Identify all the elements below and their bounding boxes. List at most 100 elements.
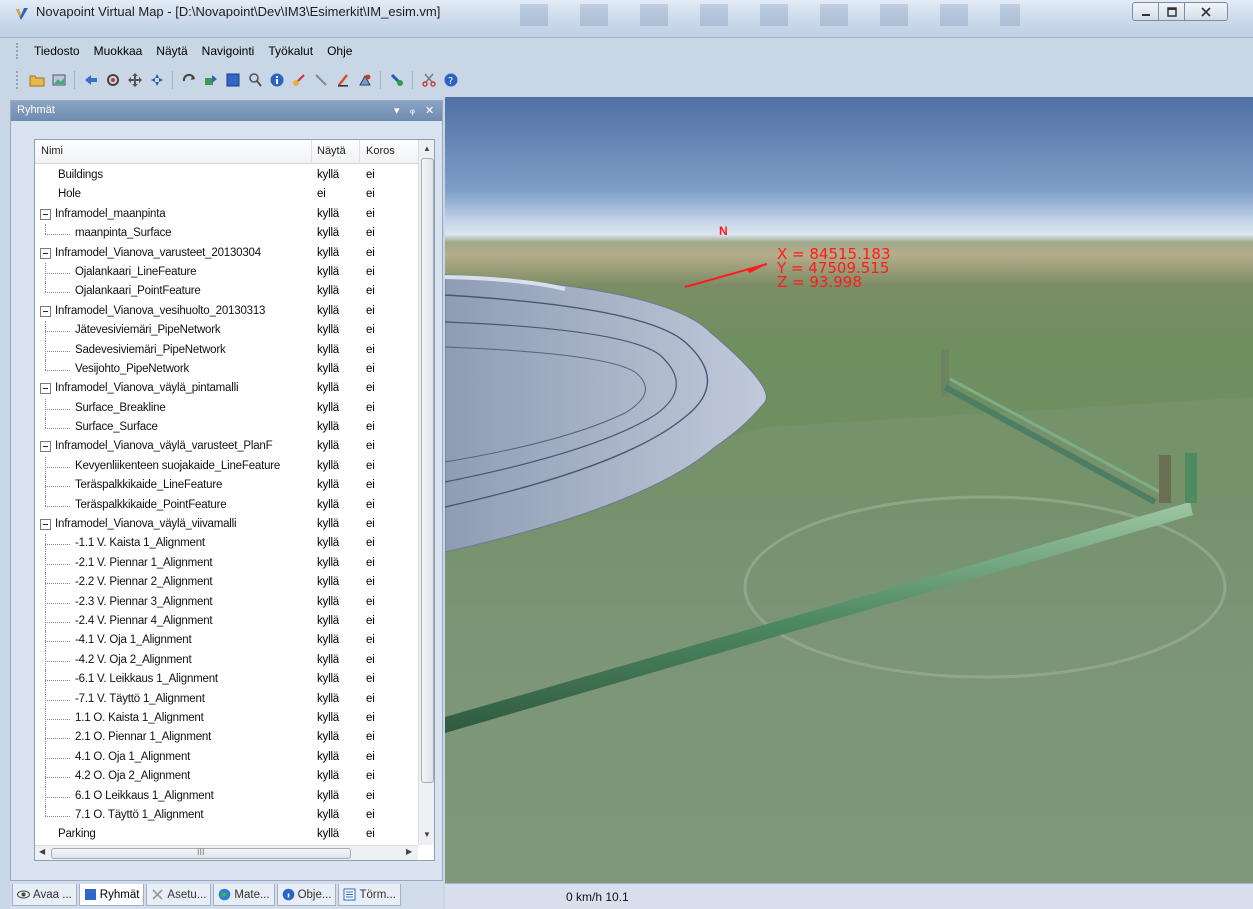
row-show-value[interactable]: kyllä: [317, 576, 339, 588]
row-show-value[interactable]: kyllä: [317, 266, 339, 278]
row-show-value[interactable]: kyllä: [317, 499, 339, 511]
row-show-value[interactable]: kyllä: [317, 712, 339, 724]
menu-file[interactable]: Tiedosto: [28, 41, 86, 61]
close-button[interactable]: [1184, 2, 1228, 21]
table-row[interactable]: -2.3 V. Piennar 3_Alignment kyllä ei: [35, 592, 418, 612]
table-row[interactable]: -4.2 V. Oja 2_Alignment kyllä ei: [35, 650, 418, 671]
row-show-value[interactable]: kyllä: [317, 615, 339, 627]
table-row[interactable]: 1.1 O. Kaista 1_Alignment kyllä ei: [35, 708, 418, 729]
back-button[interactable]: [81, 71, 100, 90]
vertical-scrollbar[interactable]: ▲ ▼: [418, 140, 434, 845]
tab-collisions[interactable]: Törm...: [338, 884, 401, 906]
menu-grip[interactable]: [16, 43, 22, 59]
table-row[interactable]: Jätevesiviemäri_PipeNetwork kyllä ei: [35, 321, 418, 341]
collapse-icon[interactable]: [40, 383, 51, 395]
row-show-value[interactable]: kyllä: [317, 537, 339, 549]
row-elevation-value[interactable]: ei: [366, 440, 375, 452]
table-row[interactable]: maanpinta_Surface kyllä ei: [35, 224, 418, 243]
menu-navigation[interactable]: Navigointi: [196, 41, 261, 61]
table-row[interactable]: Kevyenliikenteen suojakaide_LineFeature k…: [35, 456, 418, 477]
table-row[interactable]: Sadevesiviemäri_PipeNetwork kyllä ei: [35, 340, 418, 360]
toolbar-grip[interactable]: [16, 71, 22, 89]
pan-button[interactable]: [147, 71, 166, 90]
row-show-value[interactable]: kyllä: [317, 790, 339, 802]
orbit-button[interactable]: [179, 71, 198, 90]
row-elevation-value[interactable]: ei: [366, 537, 375, 549]
table-row[interactable]: Ojalankaari_PointFeature kyllä ei: [35, 282, 418, 301]
row-show-value[interactable]: kyllä: [317, 596, 339, 608]
row-show-value[interactable]: kyllä: [317, 731, 339, 743]
table-row[interactable]: Teräspalkkikaide_PointFeature kyllä ei: [35, 495, 418, 515]
column-header-name[interactable]: Nimi: [41, 145, 63, 157]
row-elevation-value[interactable]: ei: [366, 344, 375, 356]
row-show-value[interactable]: kyllä: [317, 324, 339, 336]
row-elevation-value[interactable]: ei: [366, 751, 375, 763]
map-3d-viewport[interactable]: N X = 84515.183 Y = 47509.515 Z = 93.998: [445, 97, 1253, 883]
vertical-scroll-thumb[interactable]: [421, 158, 434, 783]
menu-tools[interactable]: Työkalut: [262, 41, 319, 61]
info-button[interactable]: [267, 71, 286, 90]
row-show-value[interactable]: kyllä: [317, 227, 339, 239]
horizontal-scroll-thumb[interactable]: III: [51, 847, 351, 859]
row-show-value[interactable]: kyllä: [317, 518, 339, 530]
panel-pin-icon[interactable]: ᵩ: [410, 104, 415, 116]
tab-open[interactable]: Avaa ...: [12, 884, 77, 906]
table-row[interactable]: -7.1 V. Täyttö 1_Alignment kyllä ei: [35, 689, 418, 709]
menu-help[interactable]: Ohje: [321, 41, 358, 61]
row-elevation-value[interactable]: ei: [366, 479, 375, 491]
column-header-show[interactable]: Näytä: [317, 145, 346, 157]
table-row[interactable]: -6.1 V. Leikkaus 1_Alignment kyllä ei: [35, 670, 418, 690]
horizontal-scrollbar[interactable]: ◀ III ▶: [35, 845, 418, 860]
table-row[interactable]: Inframodel_Vianova_väylä_pintamalli kyllä…: [35, 379, 418, 398]
row-show-value[interactable]: kyllä: [317, 557, 339, 569]
row-show-value[interactable]: kyllä: [317, 479, 339, 491]
row-show-value[interactable]: kyllä: [317, 440, 339, 452]
rotate-button[interactable]: [103, 71, 122, 90]
table-row[interactable]: Inframodel_Vianova_väylä_varusteet_PlanF…: [35, 437, 418, 456]
draw-button[interactable]: [333, 71, 352, 90]
column-divider[interactable]: [359, 140, 360, 164]
row-show-value[interactable]: kyllä: [317, 285, 339, 297]
row-elevation-value[interactable]: ei: [366, 518, 375, 530]
row-elevation-value[interactable]: ei: [366, 208, 375, 220]
row-show-value[interactable]: kyllä: [317, 382, 339, 394]
row-show-value[interactable]: kyllä: [317, 169, 339, 181]
folder-open-button[interactable]: [27, 71, 46, 90]
row-elevation-value[interactable]: ei: [366, 247, 375, 259]
tab-materials[interactable]: Mate...: [213, 884, 275, 906]
table-row[interactable]: Inframodel_Vianova_väylä_viivamalli kyllä…: [35, 515, 418, 534]
row-elevation-value[interactable]: ei: [366, 790, 375, 802]
collapse-icon[interactable]: [40, 441, 51, 453]
paint-button[interactable]: [387, 71, 406, 90]
move-button[interactable]: [125, 71, 144, 90]
row-show-value[interactable]: kyllä: [317, 363, 339, 375]
table-row[interactable]: Inframodel_Vianova_varusteet_20130304 kyl…: [35, 244, 418, 263]
tab-objects[interactable]: Obje...: [276, 884, 337, 906]
row-show-value[interactable]: kyllä: [317, 693, 339, 705]
collapse-icon[interactable]: [40, 519, 51, 531]
row-elevation-value[interactable]: ei: [366, 188, 375, 200]
row-elevation-value[interactable]: ei: [366, 654, 375, 666]
row-show-value[interactable]: kyllä: [317, 828, 339, 840]
row-show-value[interactable]: ei: [317, 188, 326, 200]
scroll-down-icon[interactable]: ▼: [423, 830, 431, 839]
row-show-value[interactable]: kyllä: [317, 654, 339, 666]
row-elevation-value[interactable]: ei: [366, 596, 375, 608]
help-button[interactable]: ?: [441, 71, 460, 90]
table-row[interactable]: Vesijohto_PipeNetwork kyllä ei: [35, 359, 418, 379]
table-row[interactable]: Hole ei ei: [35, 185, 418, 204]
row-show-value[interactable]: kyllä: [317, 809, 339, 821]
maximize-button[interactable]: [1158, 2, 1185, 21]
table-row[interactable]: -2.1 V. Piennar 1_Alignment kyllä ei: [35, 553, 418, 574]
row-elevation-value[interactable]: ei: [366, 382, 375, 394]
row-elevation-value[interactable]: ei: [366, 557, 375, 569]
table-row[interactable]: -2.2 V. Piennar 2_Alignment kyllä ei: [35, 573, 418, 593]
table-row[interactable]: -4.1 V. Oja 1_Alignment kyllä ei: [35, 631, 418, 651]
table-row[interactable]: 6.1 O Leikkaus 1_Alignment kyllä ei: [35, 786, 418, 806]
row-elevation-value[interactable]: ei: [366, 324, 375, 336]
row-elevation-value[interactable]: ei: [366, 770, 375, 782]
row-elevation-value[interactable]: ei: [366, 266, 375, 278]
row-show-value[interactable]: kyllä: [317, 208, 339, 220]
table-row[interactable]: Inframodel_maanpinta kyllä ei: [35, 205, 418, 224]
row-elevation-value[interactable]: ei: [366, 305, 375, 317]
